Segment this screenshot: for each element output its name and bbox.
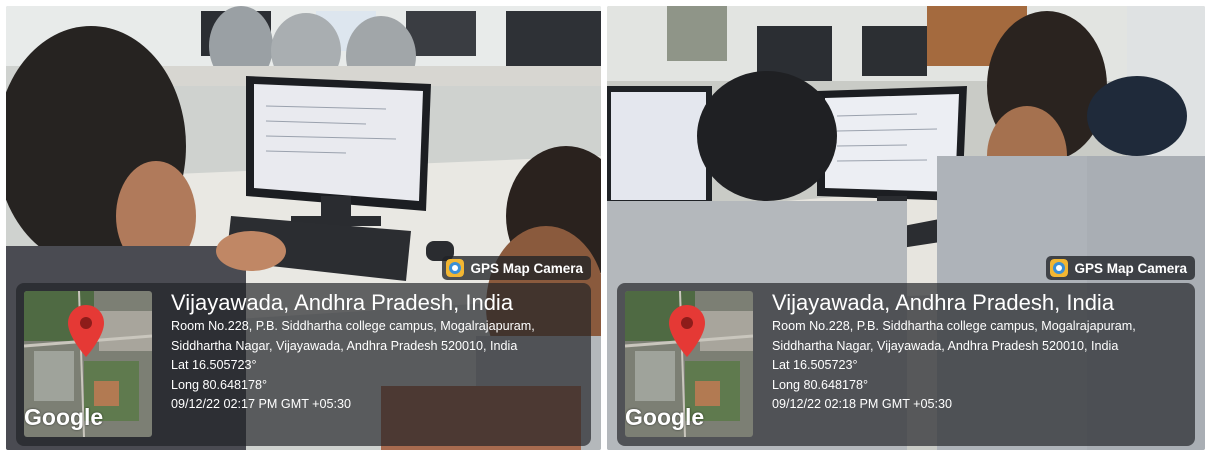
photo-left: GPS Map Camera Google Vijayawada, Andhra… xyxy=(6,6,601,450)
longitude: Long 80.648178° xyxy=(171,377,268,392)
longitude: Long 80.648178° xyxy=(772,377,869,392)
photo-right: GPS Map Camera Google Vijayawada, Andhra… xyxy=(607,6,1205,450)
address-line-1: Room No.228, P.B. Siddhartha college cam… xyxy=(772,319,1136,333)
timestamp: 09/12/22 02:17 PM GMT +05:30 xyxy=(171,397,352,411)
brand-label: GPS Map Camera xyxy=(470,260,583,276)
gps-map-camera-app-icon xyxy=(446,259,465,277)
location-info: Vijayawada, Andhra Pradesh, India Room N… xyxy=(171,289,585,415)
address-line-2: Siddhartha Nagar, Vijayawada, Andhra Pra… xyxy=(772,338,1119,353)
gps-map-camera-badge: GPS Map Camera xyxy=(1046,256,1195,280)
address-line-2: Siddhartha Nagar, Vijayawada, Andhra Pra… xyxy=(171,338,518,353)
city-title: Vijayawada, Andhra Pradesh, India xyxy=(772,290,1115,315)
latitude: Lat 16.505723° xyxy=(772,358,858,372)
address-line-1: Room No.228, P.B. Siddhartha college cam… xyxy=(171,319,535,333)
satellite-map-thumbnail: Google xyxy=(625,291,753,437)
latitude: Lat 16.505723° xyxy=(171,358,257,372)
city-title: Vijayawada, Andhra Pradesh, India xyxy=(171,290,514,315)
map-pin-icon xyxy=(669,305,705,357)
brand-label: GPS Map Camera xyxy=(1074,260,1187,276)
location-info: Vijayawada, Andhra Pradesh, India Room N… xyxy=(772,289,1189,415)
map-attribution: Google xyxy=(24,404,104,430)
gps-map-camera-badge: GPS Map Camera xyxy=(442,256,591,280)
gps-map-camera-app-icon xyxy=(1050,259,1069,277)
location-stamp: Google Vijayawada, Andhra Pradesh, India… xyxy=(16,283,591,446)
timestamp: 09/12/22 02:18 PM GMT +05:30 xyxy=(772,397,953,411)
location-stamp: Google Vijayawada, Andhra Pradesh, India… xyxy=(617,283,1195,446)
map-pin-icon xyxy=(68,305,104,357)
satellite-map-thumbnail: Google xyxy=(24,291,152,437)
map-attribution: Google xyxy=(625,404,705,430)
